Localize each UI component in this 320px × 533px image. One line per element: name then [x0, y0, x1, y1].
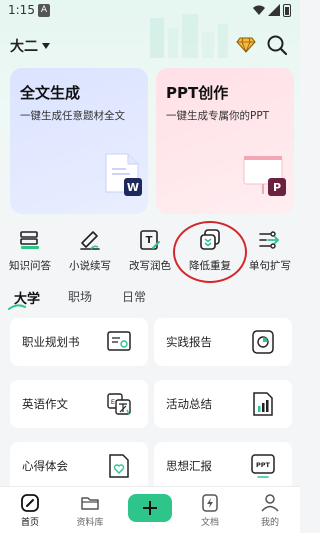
- word-document-icon: W: [105, 153, 142, 196]
- nav-label: 我的: [260, 518, 279, 528]
- bar-chart-doc-icon: [253, 392, 273, 416]
- battery-icon: [283, 4, 291, 17]
- wifi-icon: [253, 5, 265, 15]
- status-bar: 1:15 A: [0, 0, 300, 22]
- nav-label: 资料库: [76, 518, 104, 528]
- notification-icon: A: [38, 4, 50, 17]
- card-title: PPT创作: [166, 84, 229, 102]
- tool-label: 改写润色: [129, 260, 171, 272]
- grade-selector[interactable]: 大二: [10, 36, 50, 56]
- tool-sentence-expand[interactable]: 单句扩写: [240, 226, 300, 282]
- user-icon: [261, 494, 279, 512]
- highlight-ring: [173, 221, 247, 283]
- template-label: 实践报告: [166, 335, 212, 349]
- tool-label: 单句扩写: [249, 260, 291, 272]
- folder-icon: [81, 497, 99, 510]
- template-career-plan[interactable]: 职业规划书: [10, 318, 148, 366]
- template-thought-report[interactable]: 思想汇报 PPT: [154, 442, 292, 490]
- svg-text:PPT: PPT: [256, 461, 271, 469]
- template-label: 思想汇报: [166, 459, 212, 473]
- nav-documents[interactable]: 文档: [180, 487, 240, 533]
- create-plus-button[interactable]: [128, 494, 172, 522]
- tool-label: 小说续写: [69, 260, 111, 272]
- category-tabs: 大学 职场 日常: [0, 286, 300, 310]
- template-practice-report[interactable]: 实践报告: [154, 318, 292, 366]
- nav-library[interactable]: 资料库: [60, 487, 120, 533]
- expand-sentence-icon: [259, 231, 280, 249]
- ppt-doc-icon: PPT: [251, 454, 275, 478]
- nav-home[interactable]: 首页: [0, 487, 60, 533]
- certificate-icon: [107, 331, 131, 351]
- template-english-essay[interactable]: 英语作文 En: [10, 380, 148, 428]
- card-subtitle: 一键生成专属你的PPT: [166, 110, 270, 122]
- template-label: 职业规划书: [22, 335, 80, 349]
- nav-profile[interactable]: 我的: [240, 487, 300, 533]
- card-subtitle: 一键生成任意题材全文: [20, 110, 125, 122]
- caret-down-icon: [42, 43, 50, 49]
- grade-label: 大二: [10, 39, 38, 55]
- home-icon: [21, 494, 39, 512]
- template-reflections[interactable]: 心得体会: [10, 442, 148, 490]
- tab-workplace[interactable]: 职场: [68, 288, 92, 305]
- report-chart-icon: [252, 330, 274, 354]
- tool-rewrite-polish[interactable]: T 改写润色: [120, 226, 180, 282]
- heart-doc-icon: [109, 454, 129, 478]
- signal-icon: [268, 4, 280, 16]
- tools-row: 知识问答 小说续写 T 改写润色 降低重复 单句扩写: [0, 226, 300, 282]
- app-header: 大二: [0, 30, 300, 58]
- svg-text:W: W: [127, 181, 139, 194]
- full-text-generation-card[interactable]: 全文生成 一键生成任意题材全文 W: [10, 68, 148, 214]
- translate-icon: En: [107, 393, 131, 415]
- ppt-creation-card[interactable]: PPT创作 一键生成专属你的PPT P: [156, 68, 294, 214]
- nav-label: 首页: [20, 518, 39, 528]
- tool-label: 知识问答: [9, 260, 51, 272]
- ppt-presentation-icon: P: [243, 156, 286, 196]
- books-icon: [20, 231, 39, 249]
- diamond-vip-icon[interactable]: [236, 37, 256, 53]
- document-bolt-icon: [202, 494, 218, 512]
- tab-daily[interactable]: 日常: [122, 288, 146, 305]
- template-label: 活动总结: [166, 397, 212, 411]
- svg-text:P: P: [273, 181, 281, 194]
- card-title: 全文生成: [20, 84, 81, 102]
- template-label: 英语作文: [22, 397, 68, 411]
- status-time: 1:15: [8, 3, 35, 17]
- tool-novel-continue[interactable]: 小说续写: [60, 226, 120, 282]
- pen-write-icon: [80, 231, 100, 250]
- search-icon[interactable]: [266, 34, 288, 56]
- nav-label: 文档: [200, 518, 219, 528]
- svg-text:T: T: [146, 235, 153, 246]
- template-activity-summary[interactable]: 活动总结: [154, 380, 292, 428]
- edit-text-icon: T: [140, 230, 160, 250]
- tool-knowledge-qa[interactable]: 知识问答: [0, 226, 60, 282]
- template-label: 心得体会: [22, 459, 68, 473]
- active-tab-underline: [8, 304, 26, 310]
